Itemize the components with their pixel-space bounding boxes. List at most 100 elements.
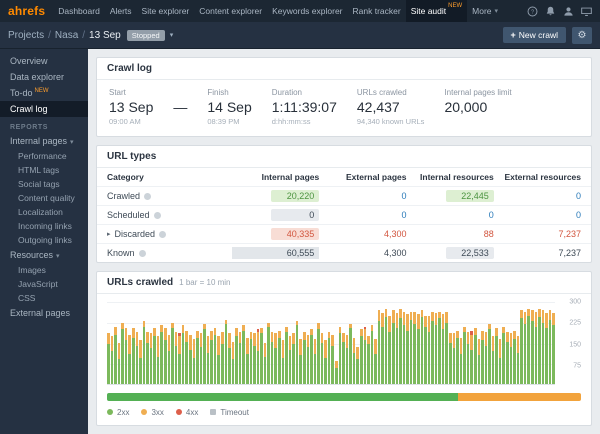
sidebar-item-label: Localization [18, 207, 63, 217]
bar-segment-3xx [114, 327, 117, 335]
urls-crawled-header: URLs crawled 1 bar = 10 min [97, 272, 591, 294]
sidebar-item-social-tags[interactable]: Social tags [0, 177, 88, 191]
bar-segment-2xx [453, 348, 456, 384]
display-icon[interactable] [581, 6, 592, 17]
sidebar-item-label: Internal pages [10, 136, 67, 146]
bar-segment-2xx [410, 320, 413, 384]
status-badge: Stopped [127, 30, 165, 41]
bar-segment-2xx [421, 317, 424, 384]
bar-segment-2xx [349, 328, 352, 384]
sidebar-item-content-quality[interactable]: Content quality [0, 191, 88, 205]
bar-segment-2xx [189, 350, 192, 384]
sidebar-item-resources[interactable]: Resources▾ [0, 247, 88, 263]
bar-segment-3xx [271, 332, 274, 342]
chart-bar [438, 302, 441, 384]
chart-bar [125, 302, 128, 384]
chart-bar [132, 302, 135, 384]
settings-button[interactable]: ⚙ [572, 27, 592, 44]
crawl-stats: Start13 Sep09:00 AM—Finish14 Sep08:39 PM… [97, 80, 591, 136]
ahrefs-logo[interactable]: ahrefs [8, 4, 45, 18]
cell-value: 0 [271, 209, 319, 221]
nav-item-keywords-explorer[interactable]: Keywords explorer [267, 0, 347, 22]
sidebar-item-crawl-log[interactable]: Crawl log [0, 101, 88, 117]
bar-segment-3xx [232, 342, 235, 360]
bar-segment-2xx [153, 336, 156, 384]
cell-value[interactable]: 0 [576, 210, 581, 220]
chart-bar [136, 302, 139, 384]
nav-item-rank-tracker[interactable]: Rank tracker [348, 0, 406, 22]
sidebar-item-images[interactable]: Images [0, 263, 88, 277]
legend-label: Timeout [220, 408, 249, 417]
bar-segment-2xx [399, 318, 402, 384]
chart-bar [367, 302, 370, 384]
sidebar-item-label: Crawl log [10, 104, 48, 114]
table-cell: 4,300 [319, 248, 406, 258]
bar-segment-2xx [264, 357, 267, 384]
chart-title: URLs crawled [107, 277, 173, 288]
sidebar-item-html-tags[interactable]: HTML tags [0, 163, 88, 177]
sidebar-item-label: Images [18, 265, 46, 275]
bar-segment-2xx [474, 335, 477, 384]
nav-item-site-explorer[interactable]: Site explorer [137, 0, 195, 22]
nav-item-site-audit[interactable]: Site auditNEW [406, 0, 467, 22]
bar-segment-3xx [356, 347, 359, 359]
sidebar-item-external-pages[interactable]: External pages [0, 305, 88, 321]
sidebar-item-localization[interactable]: Localization [0, 205, 88, 219]
table-cell: 22,445 [407, 190, 494, 202]
breadcrumb-item-nasa[interactable]: Nasa [55, 30, 78, 41]
sidebar-item-overview[interactable]: Overview [0, 53, 88, 69]
nav-item-content-explorer[interactable]: Content explorer [194, 0, 267, 22]
expand-caret-icon[interactable]: ▸ [107, 230, 111, 238]
sidebar-item-performance[interactable]: Performance [0, 149, 88, 163]
chart-bar [228, 302, 231, 384]
bar-segment-3xx [339, 327, 342, 334]
bar-segment-2xx [470, 350, 473, 384]
project-subnav: Projects/Nasa/13 Sep Stopped ▾ + New cra… [0, 22, 600, 49]
chart-bar [388, 302, 391, 384]
new-crawl-button[interactable]: + New crawl [503, 27, 566, 43]
info-icon [154, 212, 161, 219]
chart-bar [150, 302, 153, 384]
sidebar-item-data-explorer[interactable]: Data explorer [0, 69, 88, 85]
chart-bar [221, 302, 224, 384]
sidebar-item-to-do[interactable]: To-doNEW [0, 85, 88, 101]
chevron-down-icon[interactable]: ▾ [170, 31, 174, 39]
sidebar-item-outgoing-links[interactable]: Outgoing links [0, 233, 88, 247]
bar-segment-3xx [160, 325, 163, 332]
bar-segment-3xx [274, 333, 277, 348]
bar-segment-2xx [531, 321, 534, 384]
sidebar-item-internal-pages[interactable]: Internal pages▾ [0, 133, 88, 149]
table-cell: 0 [319, 191, 406, 201]
bar-segment-2xx [417, 329, 420, 384]
bar-segment-2xx [303, 340, 306, 384]
cell-value[interactable]: 0 [576, 191, 581, 201]
breadcrumb-item-projects[interactable]: Projects [8, 30, 44, 41]
legend-marker [141, 409, 147, 415]
help-icon[interactable]: ? [527, 6, 538, 17]
bar-segment-2xx [111, 351, 114, 384]
breadcrumb-item-13-sep[interactable]: 13 Sep [89, 30, 121, 41]
chart-bar [196, 302, 199, 384]
nav-item-alerts[interactable]: Alerts [105, 0, 137, 22]
sidebar-item-javascript[interactable]: JavaScript [0, 277, 88, 291]
profile-icon[interactable] [563, 6, 574, 17]
bar-segment-2xx [392, 323, 395, 385]
bar-segment-3xx [428, 316, 431, 332]
bar-segment-3xx [289, 336, 292, 350]
bar-segment-2xx [463, 332, 466, 384]
chart-bar [328, 302, 331, 384]
notifications-bell-icon[interactable] [545, 6, 556, 17]
sidebar-item-incoming-links[interactable]: Incoming links [0, 219, 88, 233]
nav-item-more[interactable]: More▾ [467, 0, 503, 22]
chevron-down-icon: ▾ [56, 253, 60, 260]
bar-segment-2xx [346, 348, 349, 384]
bar-segment-3xx [442, 314, 445, 329]
table-cell: 0 [407, 210, 494, 220]
sidebar-item-css[interactable]: CSS [0, 291, 88, 305]
nav-item-dashboard[interactable]: Dashboard [53, 0, 105, 22]
chart-bar [299, 302, 302, 384]
legend-marker [176, 409, 182, 415]
stat-label: Duration [272, 88, 337, 97]
chart-bar [474, 302, 477, 384]
bar-segment-3xx [510, 333, 513, 347]
